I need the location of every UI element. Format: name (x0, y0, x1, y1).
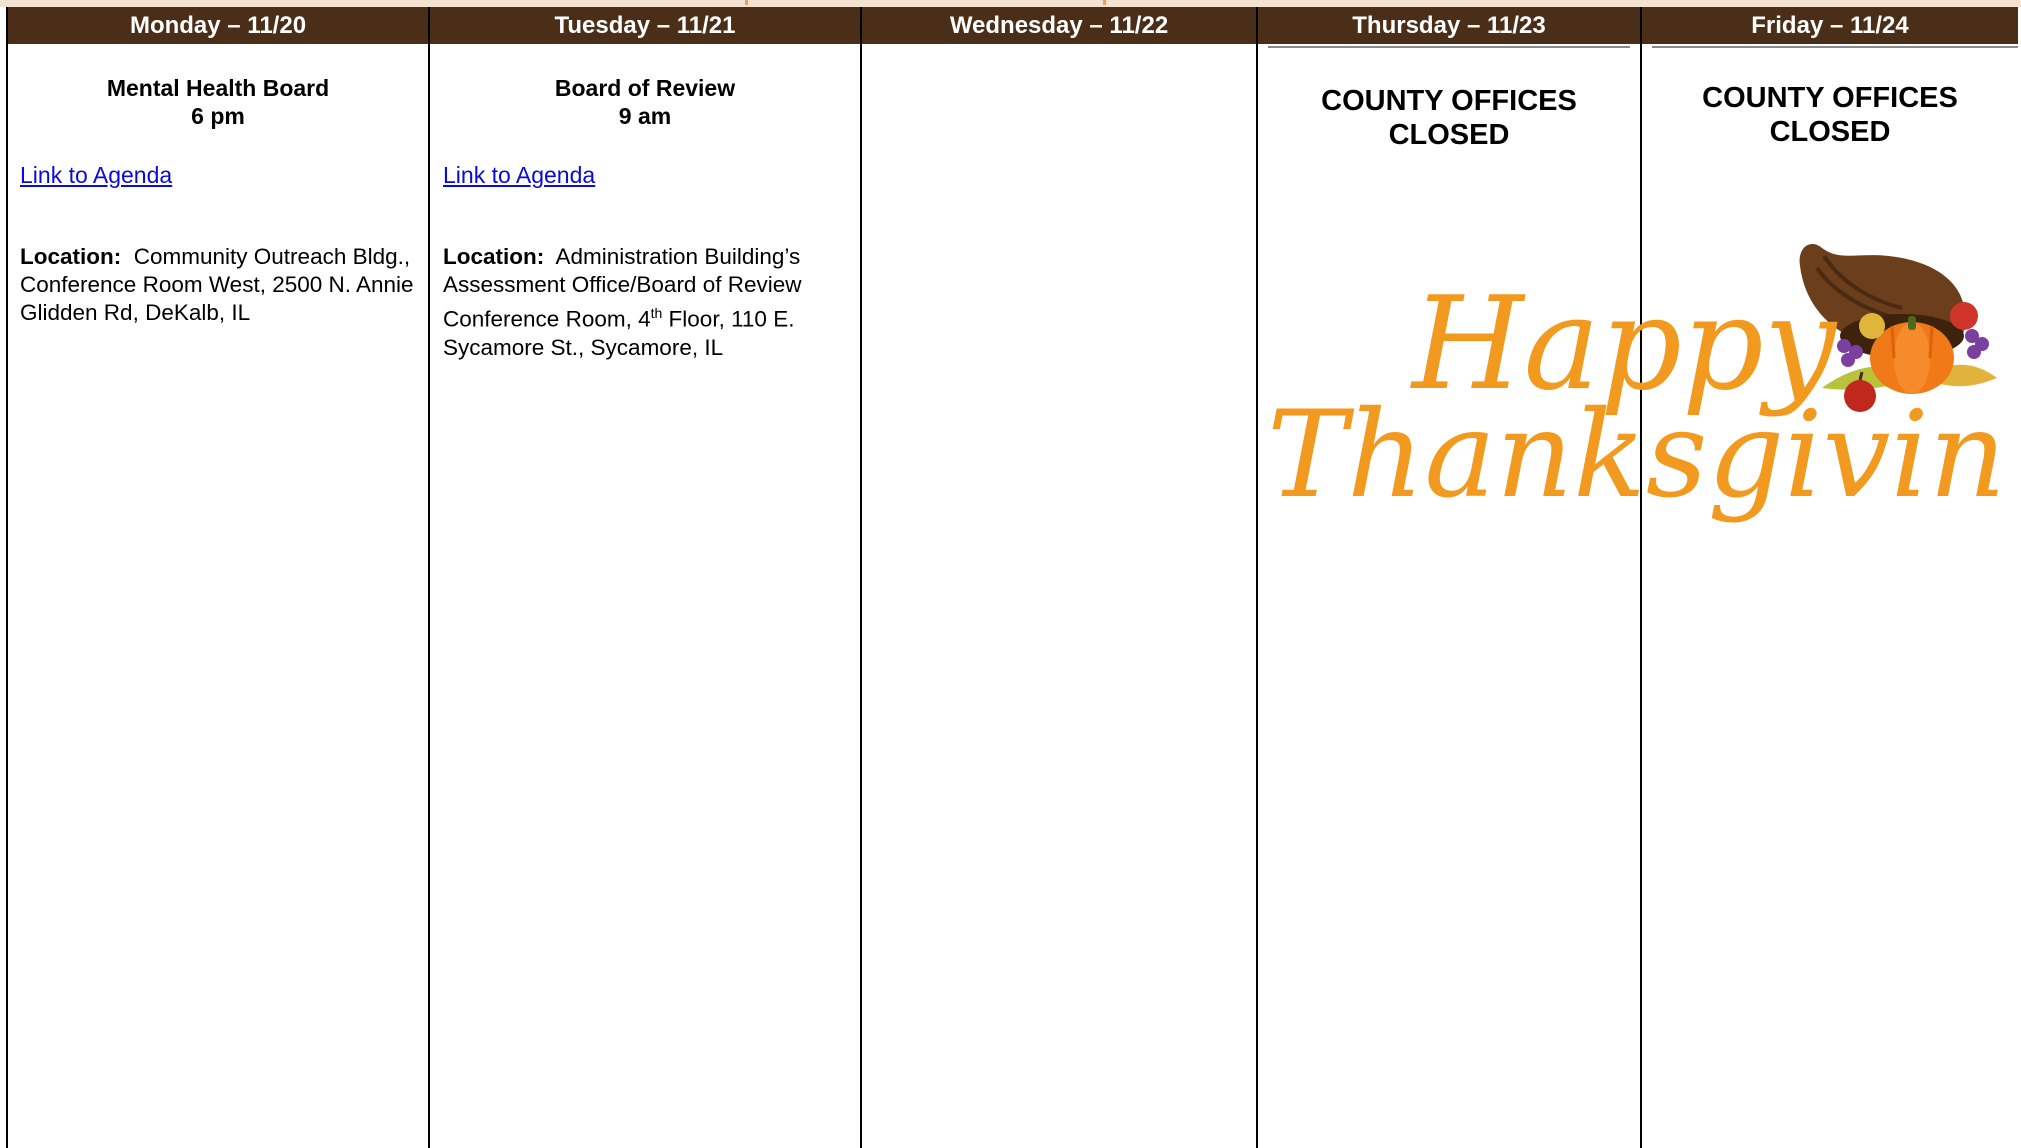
orange-mark (1103, 0, 1106, 5)
day-header: Monday – 11/20 (8, 7, 428, 44)
top-border-strip (0, 0, 2021, 7)
header-rule (1652, 46, 2018, 48)
header-rule (1268, 46, 1630, 48)
agenda-link[interactable]: Link to Agenda (20, 162, 172, 189)
closed-notice: COUNTY OFFICES CLOSED (1642, 81, 2018, 149)
closed-notice: COUNTY OFFICES CLOSED (1258, 84, 1640, 152)
weekly-calendar: Monday – 11/20 Mental Health Board 6 pm … (6, 7, 2018, 1148)
day-header: Friday – 11/24 (1642, 7, 2018, 44)
event-title: Mental Health Board 6 pm (8, 74, 428, 130)
day-column-wednesday: Wednesday – 11/22 (862, 7, 1258, 1148)
day-header: Tuesday – 11/21 (430, 7, 860, 44)
happy-thanksgiving-art: Happy Thanksgiving (1267, 244, 2002, 525)
location-label: Location: (443, 244, 545, 269)
orange-mark (745, 0, 748, 5)
closed-line: CLOSED (1769, 116, 1891, 148)
location-text: Location: Administration Building’s Asse… (443, 243, 843, 362)
event-time: 9 am (618, 103, 672, 129)
closed-line: COUNTY OFFICES (1321, 85, 1577, 117)
event-time: 6 pm (191, 103, 245, 129)
day-column-monday: Monday – 11/20 Mental Health Board 6 pm … (8, 7, 430, 1148)
event-name: Mental Health Board (106, 75, 330, 101)
closed-line: COUNTY OFFICES (1702, 82, 1958, 114)
event-title: Board of Review 9 am (430, 74, 860, 130)
day-column-friday: Friday – 11/24 COUNTY OFFICES CLOSED (1642, 7, 2018, 1148)
agenda-link[interactable]: Link to Agenda (443, 162, 595, 189)
day-column-thursday: Thursday – 11/23 COUNTY OFFICES CLOSED (1258, 7, 1642, 1148)
location-text: Location: Community Outreach Bldg., Conf… (20, 243, 425, 327)
day-column-tuesday: Tuesday – 11/21 Board of Review 9 am Lin… (430, 7, 862, 1148)
closed-line: CLOSED (1388, 119, 1510, 151)
location-label: Location: (20, 244, 122, 269)
day-header: Wednesday – 11/22 (862, 7, 1256, 44)
day-header: Thursday – 11/23 (1258, 7, 1640, 44)
event-name: Board of Review (554, 75, 736, 101)
superscript: th (650, 305, 663, 321)
art-line-thanksgiving: Thanksgiving (1267, 386, 2002, 525)
